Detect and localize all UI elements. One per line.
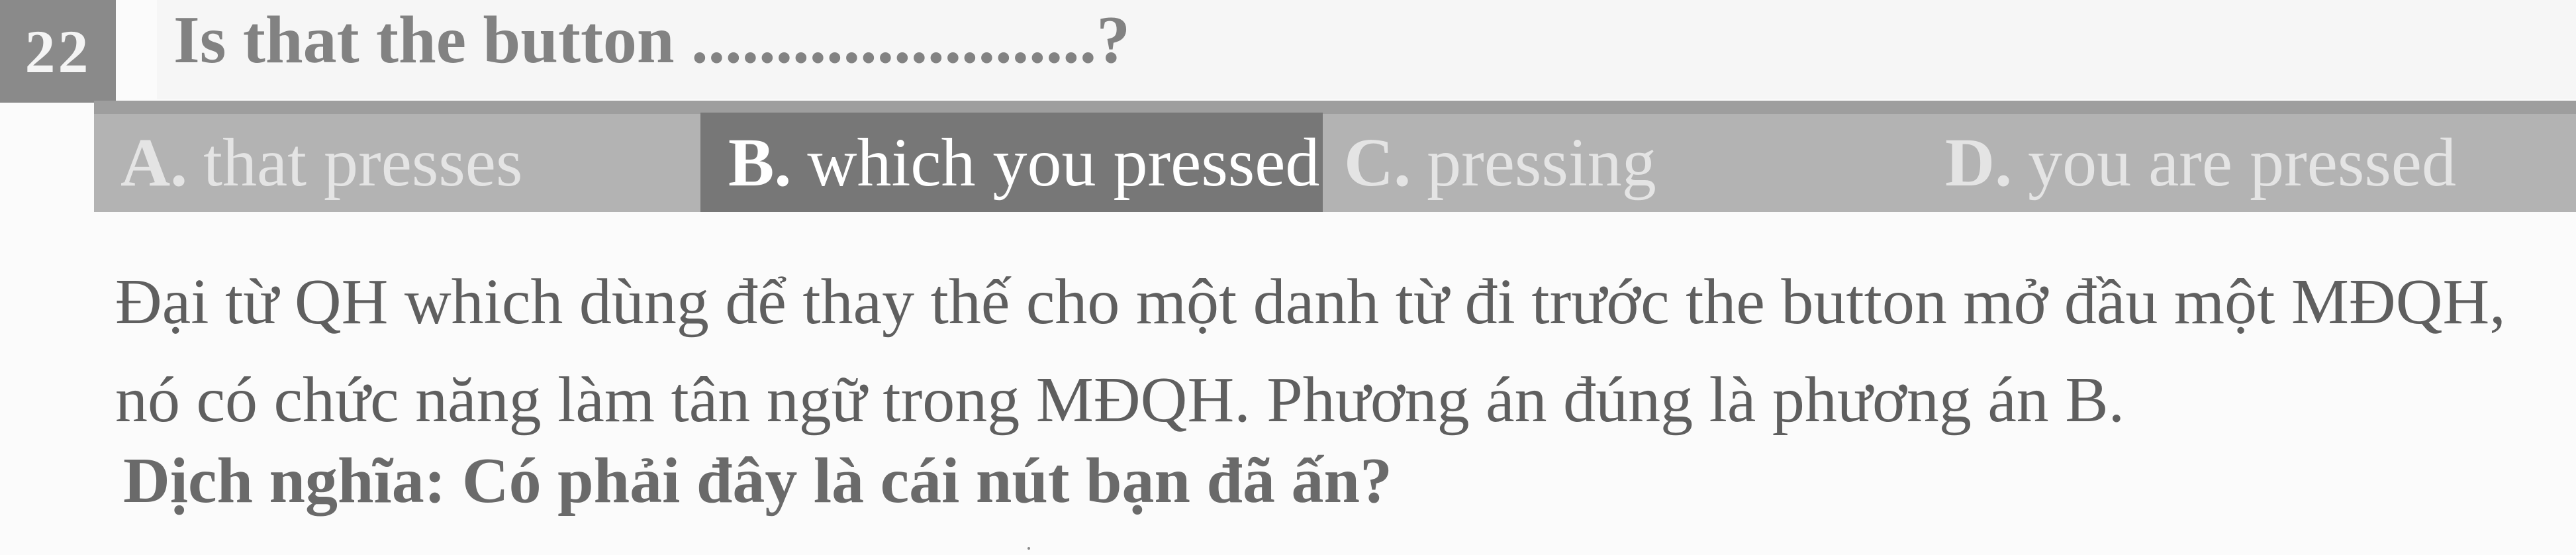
option-c-text: pressing [1427,124,1656,201]
question-page: 22 Is that the button ..................… [0,0,2576,555]
question-number: 22 [24,17,91,85]
dot-mark [1027,547,1030,550]
option-c-letter: C. [1344,124,1411,201]
option-a[interactable]: A. that presses [120,113,522,212]
option-c[interactable]: C. pressing [1344,113,1656,212]
option-d-text: you are pressed [2028,124,2456,201]
option-d[interactable]: D. you are pressed [1945,113,2456,212]
options-bar-top-line [94,101,2576,114]
option-b-letter: B. [728,124,792,201]
option-b-text: which you pressed [807,124,1320,201]
translation: Dịch nghĩa: Có phải đây là cái nút bạn đ… [123,445,1392,517]
explanation: Đại từ QH which dùng để thay thế cho một… [115,253,2565,449]
option-b-selected[interactable]: B. which you pressed [700,113,1323,212]
option-a-text: that presses [203,124,523,201]
explanation-line-1: Đại từ QH which dùng để thay thế cho một… [115,266,2506,338]
option-d-letter: D. [1945,124,2013,201]
explanation-line-2: nó có chức năng làm tân ngữ trong MĐQH. … [115,364,2125,436]
option-a-letter: A. [120,124,188,201]
question-text: Is that the button .....................… [173,3,1131,77]
question-number-box: 22 [0,0,116,103]
